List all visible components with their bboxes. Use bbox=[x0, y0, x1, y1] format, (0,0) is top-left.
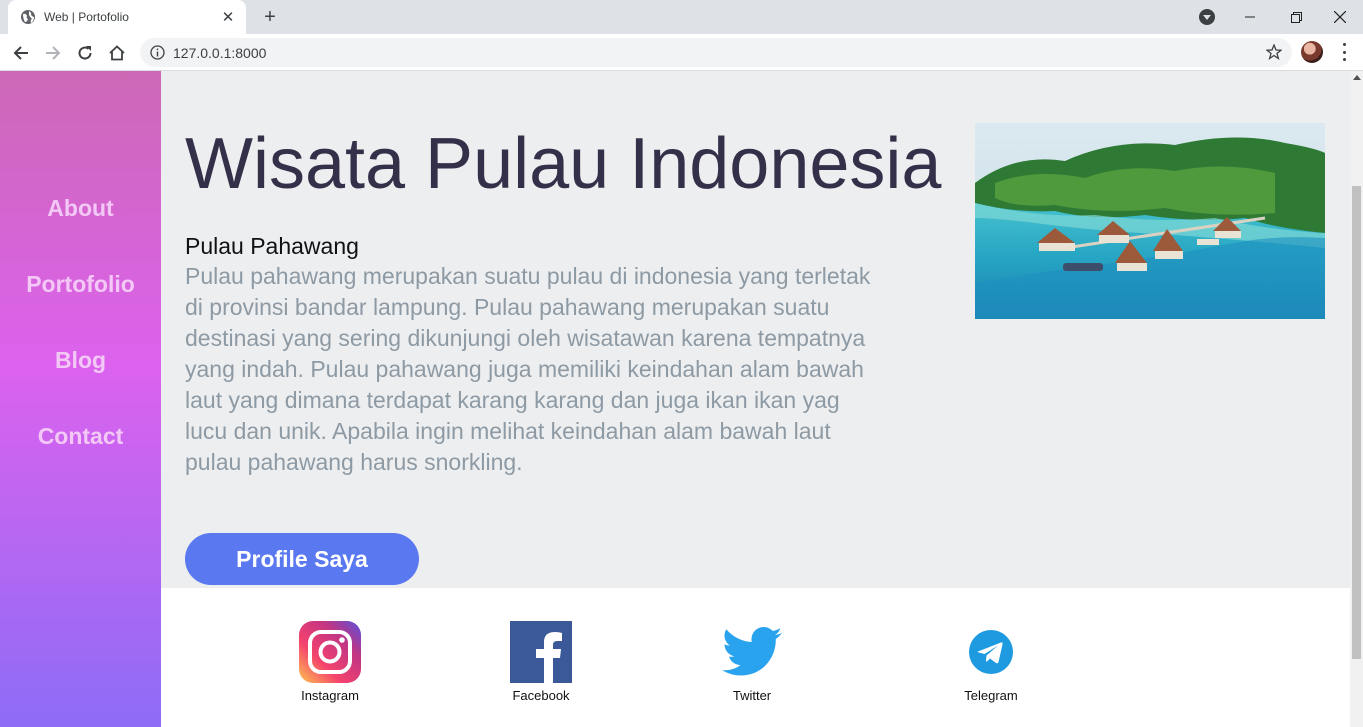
page-viewport: About Portofolio Blog Contact Wisata Pul… bbox=[0, 71, 1363, 727]
close-window-button[interactable] bbox=[1317, 0, 1363, 34]
sidebar-item-portofolio[interactable]: Portofolio bbox=[0, 271, 161, 298]
minimize-icon bbox=[1245, 16, 1255, 18]
profile-button[interactable]: Profile Saya bbox=[185, 533, 419, 585]
menu-kebab-icon[interactable] bbox=[1336, 43, 1352, 61]
forward-button[interactable] bbox=[40, 40, 66, 66]
twitter-icon bbox=[720, 620, 784, 684]
sidebar-item-blog[interactable]: Blog bbox=[0, 347, 161, 374]
profile-avatar[interactable] bbox=[1301, 41, 1323, 63]
scroll-up-arrow-icon[interactable] bbox=[1353, 75, 1361, 80]
close-tab-icon[interactable]: ✕ bbox=[220, 9, 236, 26]
new-tab-button[interactable]: + bbox=[259, 6, 281, 28]
social-label: Facebook bbox=[512, 688, 570, 703]
tab-search-icon[interactable] bbox=[1199, 9, 1215, 25]
page-title: Wisata Pulau Indonesia bbox=[185, 124, 942, 204]
arrow-left-icon bbox=[13, 46, 28, 60]
social-link-instagram[interactable]: Instagram bbox=[280, 620, 380, 703]
facebook-icon bbox=[509, 620, 573, 684]
social-link-facebook[interactable]: Facebook bbox=[491, 620, 591, 703]
telegram-icon bbox=[959, 620, 1023, 684]
browser-toolbar: 127.0.0.1:8000 bbox=[0, 34, 1363, 71]
reload-icon bbox=[78, 46, 92, 60]
section-subtitle: Pulau Pahawang bbox=[185, 233, 359, 259]
minimize-button[interactable] bbox=[1227, 0, 1273, 34]
browser-tab[interactable]: Web | Portofolio ✕ bbox=[8, 0, 246, 34]
sidebar: About Portofolio Blog Contact bbox=[0, 71, 161, 727]
home-button[interactable] bbox=[104, 40, 130, 66]
page-scrollbar[interactable] bbox=[1350, 71, 1363, 727]
social-label: Twitter bbox=[732, 688, 772, 703]
globe-icon bbox=[21, 10, 35, 24]
social-link-twitter[interactable]: Twitter bbox=[702, 620, 802, 703]
main-content: Wisata Pulau Indonesia Pulau Pahawang Pu… bbox=[161, 71, 1350, 588]
star-icon[interactable] bbox=[1266, 44, 1282, 60]
social-footer: Instagram Facebook Twitter Telegram bbox=[161, 588, 1350, 727]
scrollbar-thumb[interactable] bbox=[1352, 186, 1361, 659]
social-label: Instagram bbox=[301, 688, 359, 703]
home-icon bbox=[109, 45, 125, 61]
description-text: Pulau pahawang merupakan suatu pulau di … bbox=[185, 263, 871, 475]
instagram-icon bbox=[298, 620, 362, 684]
browser-tab-bar: Web | Portofolio ✕ + bbox=[0, 0, 1363, 34]
info-icon[interactable] bbox=[150, 45, 165, 60]
restore-button[interactable] bbox=[1273, 0, 1319, 34]
social-label: Telegram bbox=[964, 688, 1018, 703]
url-text: 127.0.0.1:8000 bbox=[173, 44, 267, 61]
restore-icon bbox=[1290, 11, 1302, 23]
close-icon bbox=[1334, 11, 1346, 23]
reload-button[interactable] bbox=[72, 40, 98, 66]
arrow-right-icon bbox=[46, 46, 61, 60]
sidebar-item-contact[interactable]: Contact bbox=[0, 423, 161, 450]
sidebar-item-about[interactable]: About bbox=[0, 195, 161, 222]
island-photo bbox=[975, 123, 1325, 319]
back-button[interactable] bbox=[8, 40, 34, 66]
address-bar[interactable]: 127.0.0.1:8000 bbox=[140, 38, 1292, 67]
tab-title: Web | Portofolio bbox=[44, 10, 129, 24]
social-link-telegram[interactable]: Telegram bbox=[941, 620, 1041, 703]
